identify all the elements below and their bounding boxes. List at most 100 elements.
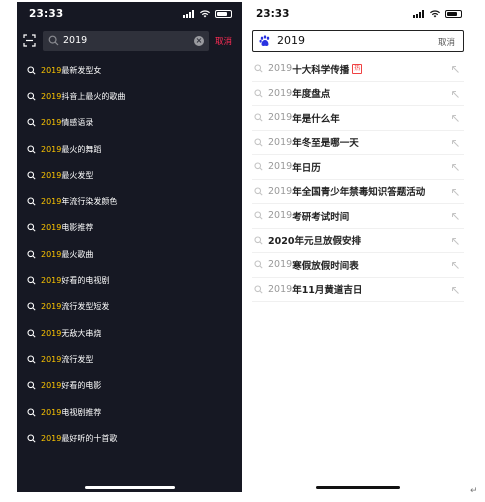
suggestion-item[interactable]: 2019 年11月黄道吉日: [252, 278, 464, 302]
suggestion-text: 无敌大串烧: [61, 328, 102, 338]
suggestion-text: 年是什么年: [292, 113, 340, 125]
suggestion-item[interactable]: 2019 好看的电视剧: [17, 267, 242, 293]
fill-query-arrow-icon[interactable]: [451, 212, 460, 221]
suggestion-item[interactable]: 2019 年度盘点: [252, 82, 464, 106]
search-input[interactable]: 2019 取消: [252, 30, 464, 52]
suggestion-text: 最好听的十首歌: [61, 433, 118, 443]
suggestion-item[interactable]: 2019 年日历: [252, 155, 464, 180]
fill-query-arrow-icon[interactable]: [451, 188, 460, 197]
search-icon: [27, 407, 36, 417]
status-icons: [183, 10, 232, 18]
home-indicator: [85, 486, 175, 489]
baidu-paw-icon: [259, 35, 270, 46]
search-icon: [27, 276, 36, 285]
scan-icon[interactable]: [23, 34, 36, 47]
home-indicator: [316, 486, 400, 489]
suggestion-text: 年日历: [292, 162, 321, 174]
suggestion-text: 最新发型女: [61, 65, 102, 75]
suggestion-prefix: 2019: [268, 112, 293, 124]
cancel-button[interactable]: 取消: [215, 35, 232, 47]
signal-icon: [413, 10, 425, 18]
suggestion-item[interactable]: 2019 好看的电影: [17, 373, 242, 399]
search-icon: [254, 113, 263, 122]
suggestion-item[interactable]: 2019 最火的舞蹈: [17, 136, 242, 162]
suggestion-highlight: 2019: [41, 249, 62, 259]
fill-query-arrow-icon[interactable]: [451, 286, 460, 295]
suggestion-item[interactable]: 2019 流行发型短发: [17, 294, 242, 320]
suggestion-text: 好看的电视剧: [61, 276, 110, 286]
suggestion-text: 流行发型: [61, 354, 94, 364]
suggestion-text: 最火歌曲: [61, 249, 94, 259]
search-icon: [27, 171, 36, 180]
search-icon: [254, 138, 263, 147]
suggestion-prefix: 2019: [268, 87, 293, 99]
suggestion-highlight: 2019: [41, 407, 62, 417]
suggestion-text: 2020年元旦放假安排: [268, 236, 361, 248]
suggestion-item[interactable]: 2019 电视剧推荐: [17, 399, 242, 425]
search-icon: [27, 355, 36, 364]
search-query: 2019: [63, 35, 88, 46]
fill-query-arrow-icon[interactable]: [451, 237, 460, 246]
suggestion-list: 2019 最新发型女 2019 抖音上最火的歌曲 2019 情感语录 2019 最火的舞蹈 20…: [17, 57, 242, 451]
suggestion-item[interactable]: 2020年元旦放假安排: [252, 229, 464, 253]
suggestion-text: 情感语录: [61, 118, 94, 128]
suggestion-prefix: 2019: [268, 283, 293, 295]
douyin-search-screen: 23:33 2019 × 取消 2019 最新发型女 2019 抖音上最火的歌曲 201…: [17, 2, 242, 492]
suggestion-item[interactable]: 2019 寒假放假时间表: [252, 253, 464, 278]
suggestion-highlight: 2019: [41, 381, 62, 391]
suggestion-item[interactable]: 2019 年全国青少年禁毒知识答题活动: [252, 180, 464, 204]
fill-query-arrow-icon[interactable]: [451, 65, 460, 74]
fill-query-arrow-icon[interactable]: [451, 261, 460, 270]
suggestion-item[interactable]: 2019 最新发型女: [17, 57, 242, 83]
wifi-icon: [200, 10, 210, 18]
suggestion-item[interactable]: 2019 流行发型: [17, 346, 242, 372]
suggestion-text: 年流行染发颜色: [61, 197, 118, 207]
search-icon: [254, 187, 263, 196]
search-icon: [27, 329, 36, 338]
suggestion-item[interactable]: 2019 年是什么年: [252, 106, 464, 131]
suggestion-highlight: 2019: [41, 276, 62, 286]
suggestion-item[interactable]: 2019 考研考试时间: [252, 204, 464, 229]
suggestion-item[interactable]: 2019 电影推荐: [17, 215, 242, 241]
suggestion-item[interactable]: 2019 最好听的十首歌: [17, 425, 242, 451]
suggestion-item[interactable]: 2019 情感语录: [17, 110, 242, 136]
search-icon: [27, 197, 36, 206]
suggestion-prefix: 2019: [268, 259, 293, 271]
suggestion-item[interactable]: 2019 无敌大串烧: [17, 320, 242, 346]
search-input[interactable]: 2019 ×: [43, 31, 209, 51]
suggestion-prefix: 2019: [268, 185, 293, 197]
suggestion-highlight: 2019: [41, 302, 62, 312]
fill-query-arrow-icon[interactable]: [451, 163, 460, 172]
suggestion-item[interactable]: 2019 年冬至是哪一天: [252, 131, 464, 155]
search-icon: [254, 285, 263, 294]
suggestion-text: 电影推荐: [61, 223, 94, 233]
status-bar: 23:33: [17, 2, 242, 28]
suggestion-highlight: 2019: [41, 65, 62, 75]
search-bar: 2019 × 取消: [17, 30, 242, 52]
fill-query-arrow-icon[interactable]: [451, 114, 460, 123]
battery-icon: [445, 10, 462, 18]
suggestion-item[interactable]: 2019 最火歌曲: [17, 241, 242, 267]
suggestion-item[interactable]: 2019 年流行染发颜色: [17, 188, 242, 214]
return-symbol: ↵: [470, 486, 478, 496]
hot-badge: 热: [352, 63, 363, 74]
fill-query-arrow-icon[interactable]: [451, 90, 460, 99]
suggestion-item[interactable]: 2019 十大科学传播热: [252, 57, 464, 82]
search-icon: [27, 144, 36, 154]
suggestion-item[interactable]: 2019 最火发型: [17, 162, 242, 188]
status-icons: [413, 10, 462, 18]
suggestion-text: 年11月黄道吉日: [292, 285, 363, 297]
suggestion-highlight: 2019: [41, 197, 62, 207]
suggestion-text: 年冬至是哪一天: [292, 138, 359, 150]
clear-icon[interactable]: ×: [194, 36, 204, 46]
suggestion-item[interactable]: 2019 抖音上最火的歌曲: [17, 83, 242, 109]
fill-query-arrow-icon[interactable]: [451, 139, 460, 148]
status-bar: 23:33: [248, 2, 468, 28]
cancel-button[interactable]: 取消: [438, 36, 455, 48]
suggestion-text: 年度盘点: [292, 89, 331, 101]
search-icon: [254, 236, 263, 245]
suggestion-text: 考研考试时间: [292, 211, 350, 223]
suggestion-list: 2019 十大科学传播热 2019 年度盘点 2019 年是什么年 2019 年冬至是哪一天 2…: [252, 57, 464, 302]
search-icon: [27, 92, 36, 101]
baidu-search-screen: 23:33 2019 取消 2019 十大科学传播热 2019 年度盘点 2019 年是什…: [248, 2, 468, 492]
